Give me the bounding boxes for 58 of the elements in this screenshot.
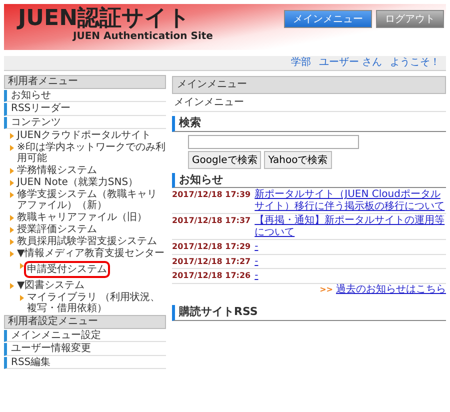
triangle-bullet-icon <box>20 295 24 301</box>
news-date: 2017/12/18 17:39 <box>172 190 251 200</box>
triangle-bullet-icon <box>10 251 14 257</box>
search-button[interactable]: Yahooで検索 <box>264 150 332 169</box>
search-field[interactable] <box>188 134 359 149</box>
sidebar-item[interactable]: RSSリーダー <box>4 103 166 116</box>
news-link[interactable]: - <box>254 241 258 253</box>
menu-section-header: 利用者メニュー <box>4 75 166 88</box>
triangle-bullet-icon <box>10 180 14 186</box>
triangle-bullet-icon <box>20 263 24 269</box>
breadcrumb: メインメニュー <box>172 94 446 112</box>
triangle-bullet-icon <box>10 192 14 198</box>
content-link[interactable]: 修学支援システム（教職キャリアファイル）（新） <box>17 189 166 211</box>
content-link[interactable]: 教員採用試験学習支援システム <box>17 236 157 247</box>
news-link[interactable]: - <box>254 256 258 268</box>
triangle-bullet-icon <box>10 239 14 245</box>
news-date: 2017/12/18 17:37 <box>172 216 251 226</box>
content-link[interactable]: 学務情報システム <box>17 165 97 176</box>
department-text: 学部 <box>290 57 311 69</box>
content-link[interactable]: マイライブラリ （利用状況、複写・借用依頼） <box>27 292 166 314</box>
greeting-text: ようこそ！ <box>390 57 440 69</box>
triangle-bullet-icon <box>10 215 14 221</box>
triangle-bullet-icon <box>10 283 14 289</box>
content-link[interactable]: 授業評価システム <box>17 224 97 235</box>
content-link[interactable]: 申請受付システム <box>27 264 107 275</box>
user-name: ユーザー さん <box>318 57 382 69</box>
sidebar-item[interactable]: メインメニュー設定 <box>4 330 166 342</box>
news-link[interactable]: 【再掲・通知】新ポータルサイトの運用等について <box>254 215 446 238</box>
sidebar-item[interactable]: RSS編集 <box>4 356 166 369</box>
triangle-bullet-icon <box>10 168 14 174</box>
sidebar-item[interactable]: コンテンツ <box>4 116 166 129</box>
more-marker: >> <box>320 284 333 294</box>
triangle-bullet-icon <box>10 133 14 139</box>
content-link[interactable]: ▼情報メディア教育支援センター <box>17 248 165 259</box>
site-title: JUEN認証サイト <box>18 7 192 31</box>
content-link[interactable]: JUEN Note（就業力SNS） <box>17 177 138 188</box>
news-date: 2017/12/18 17:29 <box>172 242 251 252</box>
menu-section-header: 利用者設定メニュー <box>4 315 166 328</box>
section-heading: 購読サイトRSS <box>172 305 446 321</box>
past-news-link[interactable]: 過去のお知らせはこちら <box>336 284 446 296</box>
panel-title: メインメニュー <box>172 76 446 94</box>
content-link[interactable]: JUENクラウドポータルサイト <box>17 130 152 141</box>
content-link[interactable]: ※印は学内ネットワークでのみ利用可能 <box>17 142 166 164</box>
content-link[interactable]: 教職キャリアファイル（旧） <box>17 212 147 223</box>
sidebar-item[interactable]: お知らせ <box>4 90 166 102</box>
news-link[interactable]: 新ポータルサイト（JUEN Cloudポータルサイト）移行に伴う掲示板の移行について <box>254 189 446 212</box>
search-button[interactable]: Googleで検索 <box>188 150 262 169</box>
content-link[interactable]: ▼図書システム <box>17 280 85 291</box>
news-date: 2017/12/18 17:26 <box>172 271 251 280</box>
section-heading: お知らせ <box>172 172 446 188</box>
news-link[interactable]: - <box>254 270 258 282</box>
main-menu-button[interactable]: メインメニュー <box>284 10 372 28</box>
triangle-bullet-icon <box>10 145 14 151</box>
site-subtitle: JUEN Authentication Site <box>73 31 213 42</box>
sidebar-item[interactable]: ユーザー情報変更 <box>4 343 166 356</box>
triangle-bullet-icon <box>10 227 14 233</box>
news-date: 2017/12/18 17:27 <box>172 256 251 266</box>
section-heading: 検索 <box>172 116 446 132</box>
